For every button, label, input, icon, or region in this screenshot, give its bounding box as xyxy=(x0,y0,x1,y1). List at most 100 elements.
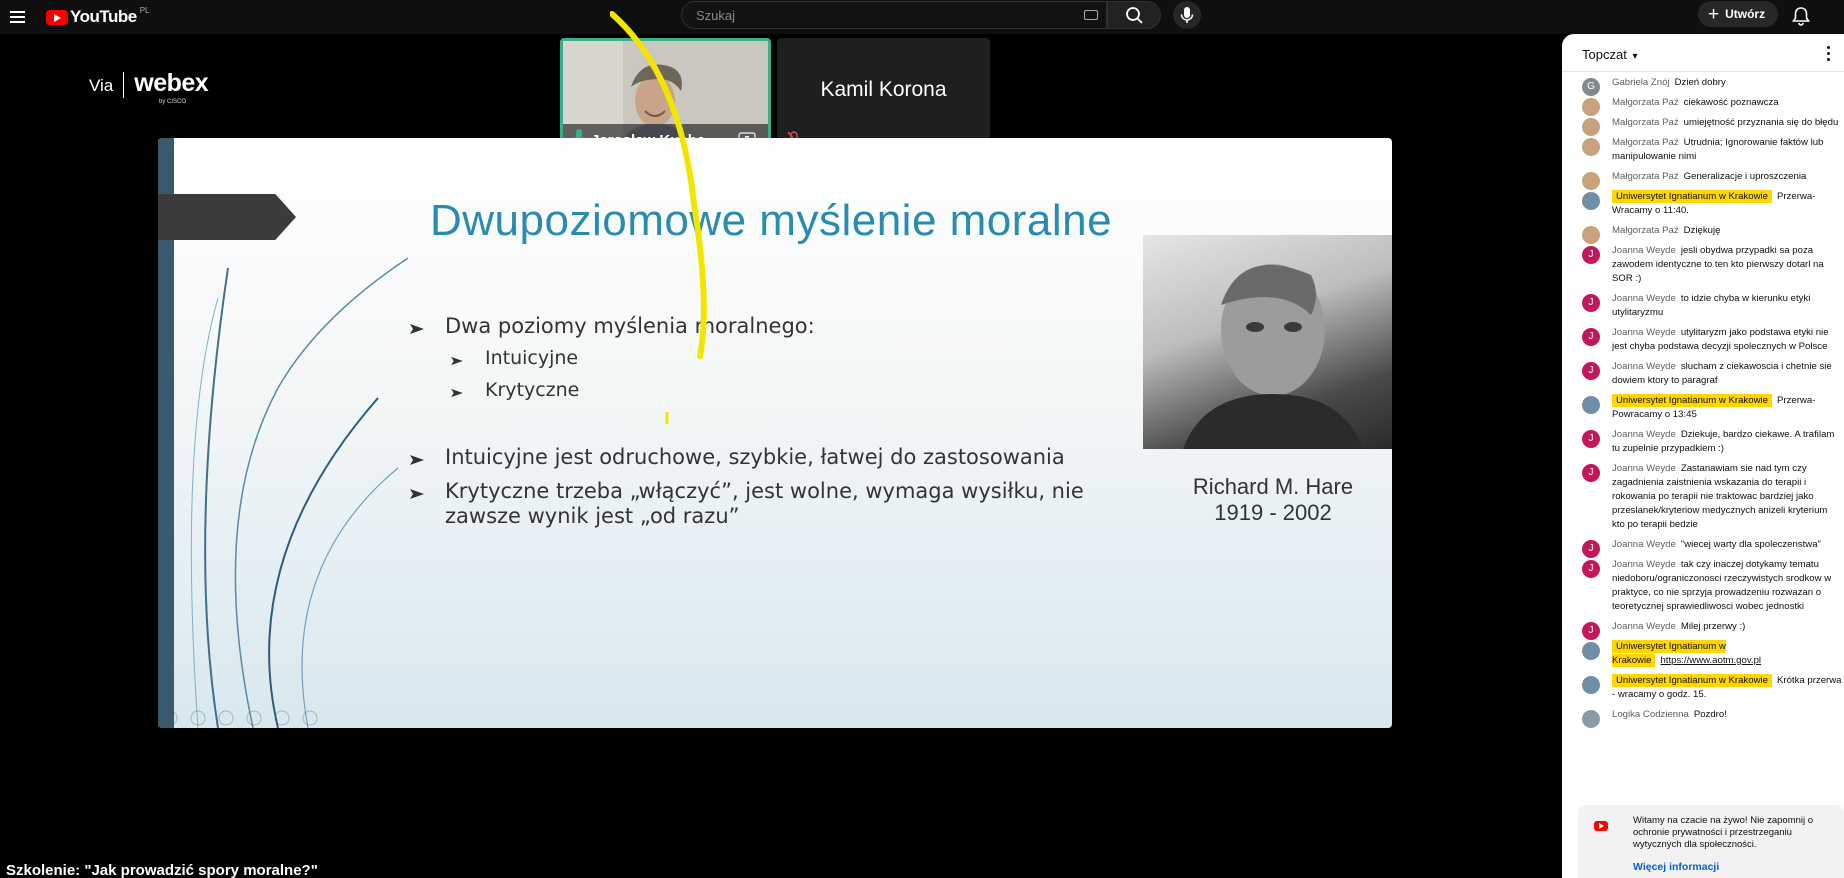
avatar[interactable] xyxy=(1582,396,1600,414)
slide-bullet-3-line-2: zawsze wynik jest „od razu” xyxy=(445,504,740,528)
chat-message-text: Generalizacje i uproszczenia xyxy=(1683,171,1807,182)
avatar[interactable] xyxy=(1582,98,1600,116)
chevron-down-icon: ▾ xyxy=(1632,51,1638,62)
avatar[interactable]: J xyxy=(1582,362,1600,380)
slide-decorative-curves xyxy=(190,257,409,728)
avatar[interactable]: J xyxy=(1582,430,1600,448)
chat-message-text: "wiecej warty dla spoleczenstwa" xyxy=(1680,539,1821,550)
avatar[interactable] xyxy=(1582,172,1600,190)
more-info-link[interactable]: Więcej informacji xyxy=(1633,861,1719,873)
chat-message-text: ciekawość poznawcza xyxy=(1683,97,1779,108)
chat-message: J Joanna Weyde jesli obydwa przypadki sa p… xyxy=(1562,244,1844,286)
chat-welcome-notice: Witamy na czacie na żywo! Nie zapomnij o… xyxy=(1578,805,1844,878)
more-options-icon[interactable] xyxy=(1821,44,1837,62)
chat-message: Małgorzata Paź umiejętność przyznania się… xyxy=(1562,116,1844,136)
chat-message: J Joanna Weyde Dziekuje, bardzo ciekawe. A… xyxy=(1562,428,1844,456)
chat-author[interactable]: Uniwersytet Ignatianum w Krakowie xyxy=(1612,674,1772,687)
chat-author[interactable]: Uniwersytet Ignatianum w Krakowie xyxy=(1612,394,1772,407)
avatar[interactable]: J xyxy=(1582,328,1600,346)
chat-message-text: Pozdro! xyxy=(1693,709,1727,720)
avatar[interactable] xyxy=(1582,710,1600,728)
chat-author[interactable]: Joanna Weyde xyxy=(1612,327,1676,338)
presentation-slide: Dwupoziomowe myślenie moralne Dwa poziom… xyxy=(158,138,1392,728)
avatar[interactable] xyxy=(1582,642,1600,660)
menu-icon[interactable] xyxy=(6,4,32,30)
avatar[interactable]: J xyxy=(1582,560,1600,578)
slide-subbullet-icon xyxy=(451,388,463,398)
youtube-icon xyxy=(1594,821,1608,831)
avatar[interactable] xyxy=(1582,118,1600,136)
chat-author[interactable]: Uniwersytet Ignatianum w Krakowie xyxy=(1612,190,1772,203)
chat-author[interactable]: Joanna Weyde xyxy=(1612,539,1676,550)
chat-message-text: Milej przerwy :) xyxy=(1680,621,1746,632)
chat-message: Uniwersytet Ignatianum w Krakowie Przerwa… xyxy=(1562,394,1844,422)
avatar[interactable]: J xyxy=(1582,540,1600,558)
chat-message-text: Dzień dobry xyxy=(1674,77,1726,88)
chat-author[interactable]: Logika Codzienna xyxy=(1612,709,1689,720)
keyboard-icon[interactable] xyxy=(1084,10,1098,20)
annotation-pen-mark xyxy=(665,412,669,424)
chat-messages: G Gabriela Znój Dzień dobry Małgorzata Paź c… xyxy=(1562,76,1844,728)
search-input[interactable] xyxy=(682,7,1062,23)
portrait-photo xyxy=(1143,235,1392,449)
chat-author[interactable]: Joanna Weyde xyxy=(1612,621,1676,632)
avatar[interactable]: G xyxy=(1582,78,1600,96)
webex-by: by CISCO xyxy=(159,99,187,105)
chat-author[interactable]: Małgorzata Paź xyxy=(1612,137,1679,148)
chat-message-link[interactable]: https://www.aotm.gov.pl xyxy=(1660,655,1761,666)
video-title: Szkolenie: "Jak prowadzić spory moralne?… xyxy=(6,862,318,878)
webex-brand: webex xyxy=(134,69,209,97)
chat-mode-label: Topczat xyxy=(1582,47,1627,62)
chat-author[interactable]: Joanna Weyde xyxy=(1612,463,1676,474)
chat-header: Topczat ▾ xyxy=(1562,34,1844,72)
chat-author[interactable]: Joanna Weyde xyxy=(1612,429,1676,440)
slide-bullet-icon xyxy=(410,489,424,499)
avatar[interactable] xyxy=(1582,226,1600,244)
chat-message: Uniwersytet Ignatianum w Krakowie Przerwa… xyxy=(1562,190,1844,218)
youtube-play-icon xyxy=(46,9,68,25)
chat-message: J Joanna Weyde Milej przerwy :) xyxy=(1562,620,1844,640)
portrait-image xyxy=(1183,264,1363,449)
chat-mode-dropdown[interactable]: Topczat ▾ xyxy=(1582,47,1637,62)
avatar[interactable] xyxy=(1582,192,1600,210)
chat-message-text: umiejętność przyznania się do błędu xyxy=(1683,117,1839,128)
chat-message: Logika Codzienna Pozdro! xyxy=(1562,708,1844,728)
webex-logo: Via webex by CISCO xyxy=(89,69,209,105)
chat-author[interactable]: Małgorzata Paź xyxy=(1612,97,1679,108)
chat-message: J Joanna Weyde slucham z ciekawoscia i che… xyxy=(1562,360,1844,388)
chat-author[interactable]: Joanna Weyde xyxy=(1612,361,1676,372)
chat-author[interactable]: Małgorzata Paź xyxy=(1612,171,1679,182)
chat-author[interactable]: Gabriela Znój xyxy=(1612,77,1670,88)
webex-divider xyxy=(123,72,125,98)
chat-author[interactable]: Joanna Weyde xyxy=(1612,559,1676,570)
voice-search-button[interactable] xyxy=(1173,1,1201,29)
chat-author[interactable]: Małgorzata Paź xyxy=(1612,117,1679,128)
avatar[interactable] xyxy=(1582,138,1600,156)
chat-message: G Gabriela Znój Dzień dobry xyxy=(1562,76,1844,96)
avatar[interactable] xyxy=(1582,676,1600,694)
chat-author[interactable]: Joanna Weyde xyxy=(1612,293,1676,304)
avatar[interactable]: J xyxy=(1582,294,1600,312)
video-player[interactable]: Via webex by CISCO Jarosław Kucha... xyxy=(0,11,1562,860)
notifications-button[interactable] xyxy=(1788,3,1814,29)
avatar[interactable]: J xyxy=(1582,246,1600,264)
slide-bullet-icon xyxy=(410,324,424,334)
search-button[interactable] xyxy=(1107,1,1161,29)
slide-controls[interactable] xyxy=(158,708,328,728)
slide-bullet-3-line-1: Krytyczne trzeba „włączyć”, jest wolne, … xyxy=(445,479,1084,503)
chat-message: Małgorzata Paź ciekawość poznawcza xyxy=(1562,96,1844,116)
search-icon xyxy=(1126,7,1143,24)
youtube-logo[interactable]: YouTube PL xyxy=(46,5,150,29)
chat-author[interactable]: Małgorzata Paź xyxy=(1612,225,1679,236)
chat-message: Małgorzata Paź Utrudnia; Ignorowanie fakt… xyxy=(1562,136,1844,164)
avatar[interactable]: J xyxy=(1582,622,1600,640)
create-button[interactable]: + Utwórz xyxy=(1698,1,1778,27)
chat-author[interactable]: Joanna Weyde xyxy=(1612,245,1676,256)
logo-text: YouTube xyxy=(70,7,137,26)
youtube-live-page: YouTube PL + Utwórz xyxy=(0,0,1844,878)
plus-icon: + xyxy=(1708,3,1720,25)
avatar[interactable]: J xyxy=(1582,464,1600,482)
chat-message: Małgorzata Paź Dziękuję xyxy=(1562,224,1844,244)
chat-message: J Joanna Weyde tak czy inaczej dotykamy te… xyxy=(1562,558,1844,614)
logo-region: PL xyxy=(139,5,150,15)
